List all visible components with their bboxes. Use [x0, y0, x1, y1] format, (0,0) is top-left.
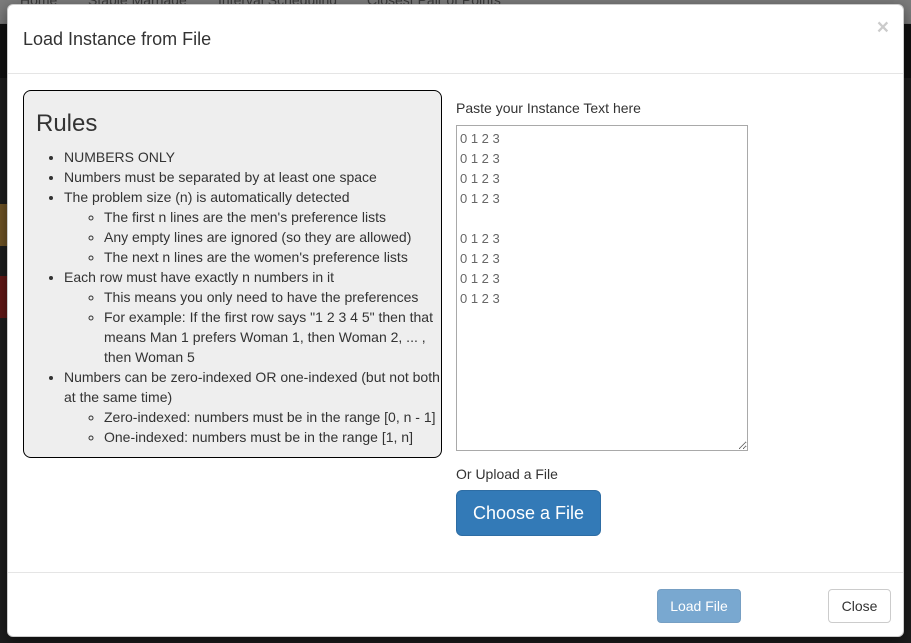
rule-sublist: The first n lines are the men's preferen… — [64, 207, 441, 267]
rule-subitem: One-indexed: numbers must be in the rang… — [104, 427, 441, 447]
modal-header: Load Instance from File × — [8, 5, 903, 74]
rule-item: Each row must have exactly n numbers in … — [64, 267, 443, 367]
rule-sublist: This means you only need to have the pre… — [64, 287, 441, 367]
rule-item: The problem size (n) is automatically de… — [64, 187, 443, 267]
modal-title: Load Instance from File — [23, 29, 212, 49]
rule-item: Numbers must be separated by at least on… — [64, 167, 443, 187]
choose-file-button[interactable]: Choose a File — [456, 490, 601, 536]
rule-subitem: The first n lines are the men's preferen… — [104, 207, 441, 227]
rule-subitem: For example: If the first row says "1 2 … — [104, 307, 441, 367]
rule-subitem: The next n lines are the women's prefere… — [104, 247, 441, 267]
rule-subitem: This means you only need to have the pre… — [104, 287, 441, 307]
upload-label: Or Upload a File — [456, 466, 558, 482]
rules-panel: Rules NUMBERS ONLY Numbers must be separ… — [23, 90, 442, 458]
rule-sublist: Zero-indexed: numbers must be in the ran… — [64, 407, 441, 447]
rule-subitem: Any empty lines are ignored (so they are… — [104, 227, 441, 247]
paste-label: Paste your Instance Text here — [456, 100, 641, 116]
rules-list: NUMBERS ONLY Numbers must be separated b… — [24, 147, 443, 447]
rules-heading: Rules — [36, 110, 98, 137]
close-icon[interactable]: × — [877, 17, 889, 38]
modal-footer: Load File Close — [8, 572, 903, 638]
instance-textarea[interactable]: 0 1 2 3 0 1 2 3 0 1 2 3 0 1 2 3 0 1 2 3 … — [456, 125, 748, 451]
rule-item: Numbers can be zero-indexed OR one-index… — [64, 367, 443, 447]
rule-item: NUMBERS ONLY — [64, 147, 443, 167]
load-instance-modal: Load Instance from File × Rules NUMBERS … — [7, 4, 904, 637]
load-file-button[interactable]: Load File — [657, 589, 741, 623]
rule-subitem: Zero-indexed: numbers must be in the ran… — [104, 407, 441, 427]
close-button[interactable]: Close — [828, 589, 891, 623]
